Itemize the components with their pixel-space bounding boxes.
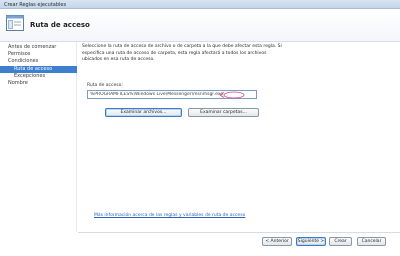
page-title: Ruta de acceso bbox=[30, 21, 90, 29]
path-label: Ruta de acceso: bbox=[87, 83, 123, 88]
wizard-header: Ruta de acceso bbox=[0, 9, 400, 42]
sidebar-item-nombre[interactable]: Nombre bbox=[0, 80, 77, 87]
sidebar-item-condiciones[interactable]: Condiciones bbox=[0, 58, 77, 65]
footer-divider bbox=[78, 232, 400, 233]
help-link[interactable]: Más información acerca de las reglas y v… bbox=[94, 213, 245, 218]
main-content: Seleccione la ruta de acceso de archivo … bbox=[78, 42, 400, 232]
sidebar-item-antes-de-comenzar[interactable]: Antes de comenzar bbox=[0, 44, 77, 51]
browse-files-button[interactable]: Examinar archivos... bbox=[105, 108, 182, 117]
window-title: Crear Reglas ejecutables bbox=[4, 2, 67, 8]
create-button[interactable]: Crear bbox=[329, 237, 352, 246]
back-button[interactable]: < Anterior bbox=[262, 237, 292, 246]
annotation-arrow-icon bbox=[219, 91, 245, 99]
title-bar: Crear Reglas ejecutables bbox=[0, 0, 400, 9]
sidebar-item-ruta-de-acceso[interactable]: Ruta de acceso bbox=[0, 66, 77, 73]
sidebar-item-permisos[interactable]: Permisos bbox=[0, 51, 77, 58]
browse-folders-button[interactable]: Examinar carpetas... bbox=[188, 108, 259, 117]
wizard-steps-sidebar: Antes de comenzar Permisos Condiciones R… bbox=[0, 42, 77, 232]
step-description: Seleccione la ruta de acceso de archivo … bbox=[82, 44, 282, 62]
next-button[interactable]: Siguiente > bbox=[296, 237, 326, 246]
sidebar-item-excepciones[interactable]: Excepciones bbox=[0, 73, 77, 80]
wizard-window-icon bbox=[6, 15, 24, 31]
cancel-button[interactable]: Cancelar bbox=[357, 237, 386, 246]
